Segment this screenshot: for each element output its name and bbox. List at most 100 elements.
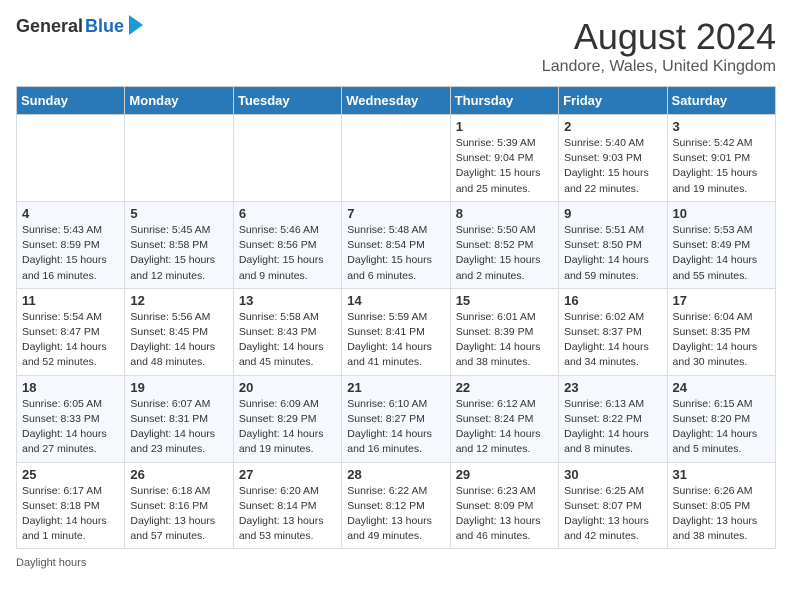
day-info: Sunrise: 6:20 AMSunset: 8:14 PMDaylight:… bbox=[239, 484, 336, 545]
calendar-cell: 30 Sunrise: 6:25 AMSunset: 8:07 PMDayligh… bbox=[559, 462, 667, 549]
logo: GeneralBlue bbox=[16, 16, 143, 37]
day-number: 21 bbox=[347, 380, 444, 395]
day-info: Sunrise: 5:48 AMSunset: 8:54 PMDaylight:… bbox=[347, 223, 444, 284]
header: GeneralBlue August 2024 Landore, Wales, … bbox=[16, 16, 776, 76]
calendar-cell bbox=[233, 115, 341, 202]
day-info: Sunrise: 6:18 AMSunset: 8:16 PMDaylight:… bbox=[130, 484, 227, 545]
day-info: Sunrise: 5:39 AMSunset: 9:04 PMDaylight:… bbox=[456, 136, 553, 197]
day-info: Sunrise: 5:45 AMSunset: 8:58 PMDaylight:… bbox=[130, 223, 227, 284]
calendar-header-wednesday: Wednesday bbox=[342, 87, 450, 115]
day-number: 27 bbox=[239, 467, 336, 482]
calendar-cell: 4 Sunrise: 5:43 AMSunset: 8:59 PMDaylight… bbox=[17, 201, 125, 288]
day-info: Sunrise: 5:53 AMSunset: 8:49 PMDaylight:… bbox=[673, 223, 770, 284]
day-info: Sunrise: 5:46 AMSunset: 8:56 PMDaylight:… bbox=[239, 223, 336, 284]
day-info: Sunrise: 5:42 AMSunset: 9:01 PMDaylight:… bbox=[673, 136, 770, 197]
day-number: 17 bbox=[673, 293, 770, 308]
day-number: 9 bbox=[564, 206, 661, 221]
day-number: 20 bbox=[239, 380, 336, 395]
calendar-cell: 23Sunrise: 6:13 AMSunset: 8:22 PMDayligh… bbox=[559, 375, 667, 462]
calendar-header-sunday: Sunday bbox=[17, 87, 125, 115]
calendar-cell: 17 Sunrise: 6:04 AMSunset: 8:35 PMDayligh… bbox=[667, 288, 775, 375]
day-info: Sunrise: 6:05 AMSunset: 8:33 PMDaylight:… bbox=[22, 397, 119, 458]
calendar-table: SundayMondayTuesdayWednesdayThursdayFrid… bbox=[16, 86, 776, 549]
calendar-cell: 28 Sunrise: 6:22 AMSunset: 8:12 PMDayligh… bbox=[342, 462, 450, 549]
day-number: 1 bbox=[456, 119, 553, 134]
title-area: August 2024 Landore, Wales, United Kingd… bbox=[542, 16, 776, 76]
day-info: Sunrise: 6:17 AMSunset: 8:18 PMDaylight:… bbox=[22, 484, 119, 545]
calendar-cell: 27 Sunrise: 6:20 AMSunset: 8:14 PMDayligh… bbox=[233, 462, 341, 549]
day-info: Sunrise: 5:59 AMSunset: 8:41 PMDaylight:… bbox=[347, 310, 444, 371]
day-number: 3 bbox=[673, 119, 770, 134]
day-info: Sunrise: 5:54 AMSunset: 8:47 PMDaylight:… bbox=[22, 310, 119, 371]
calendar-cell bbox=[342, 115, 450, 202]
calendar-header-tuesday: Tuesday bbox=[233, 87, 341, 115]
day-info: Sunrise: 6:01 AMSunset: 8:39 PMDaylight:… bbox=[456, 310, 553, 371]
day-number: 19 bbox=[130, 380, 227, 395]
day-number: 14 bbox=[347, 293, 444, 308]
calendar-cell: 1 Sunrise: 5:39 AMSunset: 9:04 PMDaylight… bbox=[450, 115, 558, 202]
subtitle: Landore, Wales, United Kingdom bbox=[542, 58, 776, 76]
day-number: 10 bbox=[673, 206, 770, 221]
calendar-cell: 15 Sunrise: 6:01 AMSunset: 8:39 PMDayligh… bbox=[450, 288, 558, 375]
calendar-cell: 5 Sunrise: 5:45 AMSunset: 8:58 PMDaylight… bbox=[125, 201, 233, 288]
calendar-header-friday: Friday bbox=[559, 87, 667, 115]
day-number: 15 bbox=[456, 293, 553, 308]
calendar-cell bbox=[17, 115, 125, 202]
day-info: Sunrise: 6:22 AMSunset: 8:12 PMDaylight:… bbox=[347, 484, 444, 545]
day-info: Sunrise: 6:26 AMSunset: 8:05 PMDaylight:… bbox=[673, 484, 770, 545]
calendar-cell: 26 Sunrise: 6:18 AMSunset: 8:16 PMDayligh… bbox=[125, 462, 233, 549]
day-number: 26 bbox=[130, 467, 227, 482]
day-info: Sunrise: 6:15 AMSunset: 8:20 PMDaylight:… bbox=[673, 397, 770, 458]
day-number: 29 bbox=[456, 467, 553, 482]
calendar-header-monday: Monday bbox=[125, 87, 233, 115]
calendar-cell: 14 Sunrise: 5:59 AMSunset: 8:41 PMDayligh… bbox=[342, 288, 450, 375]
day-number: 8 bbox=[456, 206, 553, 221]
day-info: Sunrise: 6:04 AMSunset: 8:35 PMDaylight:… bbox=[673, 310, 770, 371]
calendar-cell: 18 Sunrise: 6:05 AMSunset: 8:33 PMDayligh… bbox=[17, 375, 125, 462]
day-number: 5 bbox=[130, 206, 227, 221]
calendar-cell: 25Sunrise: 6:17 AMSunset: 8:18 PMDayligh… bbox=[17, 462, 125, 549]
calendar-cell: 21 Sunrise: 6:10 AMSunset: 8:27 PMDayligh… bbox=[342, 375, 450, 462]
day-number: 16 bbox=[564, 293, 661, 308]
calendar-cell: 12 Sunrise: 5:56 AMSunset: 8:45 PMDayligh… bbox=[125, 288, 233, 375]
calendar-cell: 16Sunrise: 6:02 AMSunset: 8:37 PMDayligh… bbox=[559, 288, 667, 375]
calendar-cell: 19Sunrise: 6:07 AMSunset: 8:31 PMDayligh… bbox=[125, 375, 233, 462]
calendar-cell: 22Sunrise: 6:12 AMSunset: 8:24 PMDayligh… bbox=[450, 375, 558, 462]
day-number: 11 bbox=[22, 293, 119, 308]
calendar-cell: 9 Sunrise: 5:51 AMSunset: 8:50 PMDaylight… bbox=[559, 201, 667, 288]
calendar-cell: 29 Sunrise: 6:23 AMSunset: 8:09 PMDayligh… bbox=[450, 462, 558, 549]
day-info: Sunrise: 6:23 AMSunset: 8:09 PMDaylight:… bbox=[456, 484, 553, 545]
day-info: Sunrise: 5:58 AMSunset: 8:43 PMDaylight:… bbox=[239, 310, 336, 371]
day-info: Sunrise: 6:13 AMSunset: 8:22 PMDaylight:… bbox=[564, 397, 661, 458]
day-info: Sunrise: 5:40 AMSunset: 9:03 PMDaylight:… bbox=[564, 136, 661, 197]
footer-note: Daylight hours bbox=[16, 557, 776, 569]
calendar-cell: 10 Sunrise: 5:53 AMSunset: 8:49 PMDayligh… bbox=[667, 201, 775, 288]
main-title: August 2024 bbox=[542, 16, 776, 58]
day-number: 7 bbox=[347, 206, 444, 221]
logo-chevron-icon bbox=[129, 15, 143, 35]
day-info: Sunrise: 6:10 AMSunset: 8:27 PMDaylight:… bbox=[347, 397, 444, 458]
calendar-cell: 20 Sunrise: 6:09 AMSunset: 8:29 PMDayligh… bbox=[233, 375, 341, 462]
day-info: Sunrise: 5:56 AMSunset: 8:45 PMDaylight:… bbox=[130, 310, 227, 371]
day-info: Sunrise: 5:51 AMSunset: 8:50 PMDaylight:… bbox=[564, 223, 661, 284]
day-number: 13 bbox=[239, 293, 336, 308]
day-number: 12 bbox=[130, 293, 227, 308]
day-number: 31 bbox=[673, 467, 770, 482]
day-number: 2 bbox=[564, 119, 661, 134]
day-number: 18 bbox=[22, 380, 119, 395]
calendar-cell: 11 Sunrise: 5:54 AMSunset: 8:47 PMDayligh… bbox=[17, 288, 125, 375]
day-number: 28 bbox=[347, 467, 444, 482]
day-info: Sunrise: 6:09 AMSunset: 8:29 PMDaylight:… bbox=[239, 397, 336, 458]
calendar-cell: 6 Sunrise: 5:46 AMSunset: 8:56 PMDaylight… bbox=[233, 201, 341, 288]
day-info: Sunrise: 6:25 AMSunset: 8:07 PMDaylight:… bbox=[564, 484, 661, 545]
day-number: 22 bbox=[456, 380, 553, 395]
calendar-cell: 7 Sunrise: 5:48 AMSunset: 8:54 PMDaylight… bbox=[342, 201, 450, 288]
calendar-cell: 24 Sunrise: 6:15 AMSunset: 8:20 PMDayligh… bbox=[667, 375, 775, 462]
day-number: 4 bbox=[22, 206, 119, 221]
day-number: 6 bbox=[239, 206, 336, 221]
day-number: 30 bbox=[564, 467, 661, 482]
day-number: 24 bbox=[673, 380, 770, 395]
day-info: Sunrise: 5:43 AMSunset: 8:59 PMDaylight:… bbox=[22, 223, 119, 284]
logo-blue-text: Blue bbox=[85, 16, 124, 37]
calendar-cell: 31 Sunrise: 6:26 AMSunset: 8:05 PMDayligh… bbox=[667, 462, 775, 549]
